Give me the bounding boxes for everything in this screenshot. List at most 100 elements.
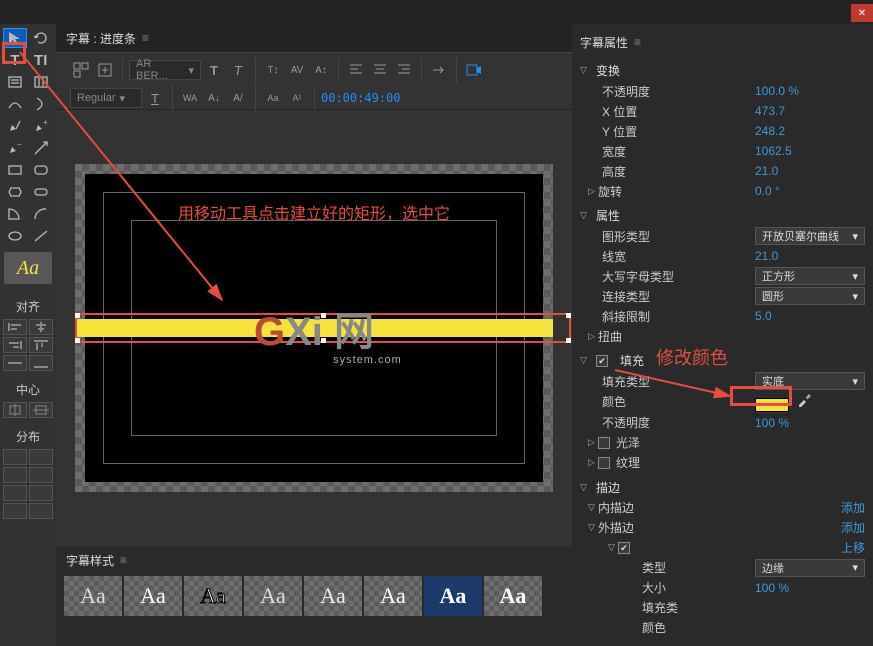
graphic-type-select[interactable]: 开放贝塞尔曲线▾ <box>755 227 865 245</box>
bold-button[interactable]: T <box>203 59 225 81</box>
fill-checkbox[interactable] <box>596 355 608 367</box>
current-style-swatch[interactable]: Aa <box>4 252 52 284</box>
tracking-button[interactable]: WA <box>179 87 201 109</box>
align-left-text-button[interactable] <box>345 59 367 81</box>
font-style-select[interactable]: Regular▾ <box>70 88 142 108</box>
pen-tool[interactable] <box>3 116 27 136</box>
leading-button[interactable]: A↕ <box>310 59 332 81</box>
distribute-h-left-button[interactable] <box>3 449 27 465</box>
move-up-link[interactable]: 上移 <box>841 539 865 556</box>
x-position-value[interactable]: 473.7 <box>755 104 865 118</box>
width-label: 宽度 <box>602 143 755 160</box>
fill-opacity-value[interactable]: 100 % <box>755 416 865 430</box>
distribute-h-center-button[interactable] <box>29 449 53 465</box>
stroke-type-select[interactable]: 边缘▾ <box>755 559 865 577</box>
sheen-checkbox[interactable] <box>598 437 610 449</box>
distribute-h-right-button[interactable] <box>3 467 27 483</box>
arc-tool[interactable] <box>29 204 53 224</box>
timecode-display[interactable]: 00:00:49:00 <box>321 91 400 105</box>
miter-limit-value[interactable]: 5.0 <box>755 309 865 323</box>
add-anchor-tool[interactable]: + <box>29 116 53 136</box>
panel-menu-icon[interactable]: ≡ <box>634 35 641 49</box>
title-canvas[interactable]: 用移动工具点击建立好的矩形，选中它 GXi 网 system.com <box>56 110 572 546</box>
vertical-type-tool[interactable]: IT <box>29 50 53 70</box>
align-hcenter-button[interactable] <box>29 319 53 335</box>
style-swatch[interactable]: Aa <box>64 576 122 616</box>
font-size-button[interactable]: T↕ <box>262 59 284 81</box>
roll-crawl-button[interactable] <box>94 59 116 81</box>
close-window-button[interactable]: ✕ <box>851 4 873 22</box>
distribute-even-v-button[interactable] <box>29 503 53 519</box>
underline-button[interactable]: T <box>144 87 166 109</box>
vertical-area-type-tool[interactable] <box>29 72 53 92</box>
align-top-button[interactable] <box>29 337 53 353</box>
line-tool[interactable] <box>29 226 53 246</box>
rounded-rectangle-tool[interactable] <box>29 160 53 180</box>
path-type-tool[interactable] <box>3 94 27 114</box>
stroke-size-value[interactable]: 100 % <box>755 581 865 595</box>
ellipse-tool[interactable] <box>3 226 27 246</box>
align-vcenter-button[interactable] <box>3 355 27 371</box>
tab-stops-button[interactable] <box>428 59 450 81</box>
join-type-select[interactable]: 圆形▾ <box>755 287 865 305</box>
style-swatch[interactable]: Aa <box>484 576 542 616</box>
align-center-text-button[interactable] <box>369 59 391 81</box>
inner-stroke-add-link[interactable]: 添加 <box>841 499 865 516</box>
style-swatch[interactable]: Aa <box>124 576 182 616</box>
distribute-even-h-button[interactable] <box>3 503 27 519</box>
style-swatch[interactable]: Aa <box>184 576 242 616</box>
slant-button[interactable]: A/ <box>227 87 249 109</box>
style-swatch[interactable]: Aa <box>304 576 362 616</box>
center-h-button[interactable] <box>3 402 27 418</box>
transform-section[interactable]: ▽变换 <box>580 62 865 79</box>
progress-bar-shape[interactable] <box>75 319 553 337</box>
style-swatch[interactable]: Aa <box>364 576 422 616</box>
delete-anchor-tool[interactable]: − <box>3 138 27 158</box>
align-bottom-button[interactable] <box>29 355 53 371</box>
rectangle-tool[interactable] <box>3 160 27 180</box>
area-type-tool[interactable] <box>3 72 27 92</box>
height-value[interactable]: 21.0 <box>755 164 865 178</box>
opacity-value[interactable]: 100.0 % <box>755 84 865 98</box>
y-position-value[interactable]: 248.2 <box>755 124 865 138</box>
show-video-button[interactable] <box>463 59 485 81</box>
rotation-value[interactable]: 0.0 <box>755 184 865 198</box>
templates-button[interactable] <box>70 59 92 81</box>
stroke-section[interactable]: ▽描边 <box>580 479 865 496</box>
font-family-select[interactable]: AR BER...▾ <box>129 60 201 80</box>
align-right-text-button[interactable] <box>393 59 415 81</box>
outer-stroke-checkbox[interactable] <box>618 542 630 554</box>
width-value[interactable]: 1062.5 <box>755 144 865 158</box>
style-swatch[interactable]: Aa <box>244 576 302 616</box>
vertical-path-type-tool[interactable] <box>29 94 53 114</box>
attributes-section[interactable]: ▽属性 <box>580 207 865 224</box>
line-width-label: 线宽 <box>602 248 755 265</box>
style-swatch[interactable]: Aa <box>424 576 482 616</box>
cap-type-select[interactable]: 正方形▾ <box>755 267 865 285</box>
line-width-value[interactable]: 21.0 <box>755 249 865 263</box>
distribute-v-bottom-button[interactable] <box>29 485 53 501</box>
baseline-button[interactable]: A↓ <box>203 87 225 109</box>
fill-opacity-label: 不透明度 <box>602 414 755 431</box>
kerning-button[interactable]: AV <box>286 59 308 81</box>
texture-checkbox[interactable] <box>598 457 610 469</box>
rounded-clip-tool[interactable] <box>29 182 53 202</box>
distribute-section-label: 分布 <box>2 428 54 445</box>
panel-menu-icon[interactable]: ≡ <box>120 553 127 567</box>
chevron-down-icon: ▾ <box>852 561 858 574</box>
small-caps-button[interactable]: Aa <box>262 87 284 109</box>
distribute-v-top-button[interactable] <box>29 467 53 483</box>
convert-anchor-tool[interactable] <box>29 138 53 158</box>
superscript-button[interactable]: A¹ <box>286 87 308 109</box>
italic-button[interactable]: T <box>227 59 249 81</box>
outer-stroke-add-link[interactable]: 添加 <box>841 519 865 536</box>
distribute-v-center-button[interactable] <box>3 485 27 501</box>
clipped-rectangle-tool[interactable] <box>3 182 27 202</box>
align-left-button[interactable] <box>3 319 27 335</box>
rotate-tool[interactable] <box>29 28 53 48</box>
center-v-button[interactable] <box>29 402 53 418</box>
align-right-button[interactable] <box>3 337 27 353</box>
wedge-tool[interactable] <box>3 204 27 224</box>
eyedropper-icon[interactable] <box>796 392 812 408</box>
panel-menu-icon[interactable]: ≡ <box>142 31 149 45</box>
